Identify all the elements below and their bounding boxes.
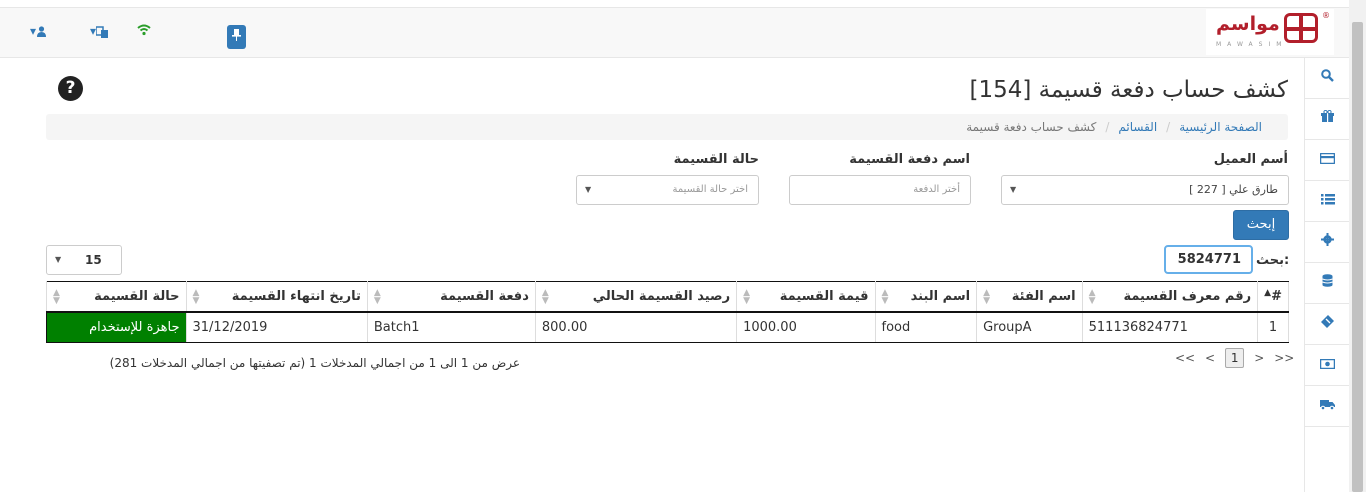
status-badge: جاهزة للإستخدام <box>46 311 187 343</box>
pager-last[interactable]: << <box>1175 351 1195 365</box>
right-sidebar <box>1304 58 1350 492</box>
search-icon[interactable] <box>1305 58 1350 99</box>
list-icon[interactable] <box>1305 181 1350 222</box>
truck-icon[interactable] <box>1305 386 1350 427</box>
breadcrumb-current: كشف حساب دفعة قسيمة <box>966 120 1097 134</box>
status-label: حالة القسيمة <box>673 152 759 167</box>
cell-category: GroupA <box>976 311 1083 343</box>
breadcrumb: الصفحة الرئيسية / القسائم / كشف حساب دفعة قس… <box>46 114 1288 140</box>
page-title: كشف حساب دفعة قسيمة [154] <box>969 77 1288 103</box>
table-header-row: # ▲ رقم معرف القسيمة ▲ ▼ اسم الفئة ▲ ▼ اسم ال… <box>46 281 1289 313</box>
pager-next[interactable]: < <box>1205 351 1215 365</box>
cell-value: 1000.00 <box>736 311 876 343</box>
customer-select-value: طارق علي [ 227 ] <box>1189 183 1278 196</box>
column-header[interactable]: دفعة القسيمة ▲ ▼ <box>366 281 536 313</box>
sort-icon: ▲ ▼ <box>541 288 549 306</box>
page-size-select[interactable]: ▼ 15 <box>46 245 122 275</box>
breadcrumb-vouchers-link[interactable]: القسائم <box>1118 120 1157 134</box>
column-header[interactable]: تاريخ انتهاء القسيمة ▲ ▼ <box>185 281 368 313</box>
pager-prev[interactable]: > <box>1254 351 1264 365</box>
top-strip <box>0 0 1366 7</box>
breadcrumb-separator: / <box>1105 120 1110 134</box>
breadcrumb-separator: / <box>1166 120 1171 134</box>
top-navbar <box>0 7 1366 58</box>
user-menu-icon[interactable]: ▾ <box>30 24 47 38</box>
sort-icon: ▲ ▼ <box>983 288 990 306</box>
batch-select[interactable]: أختر الدفعة <box>789 175 971 205</box>
column-header[interactable]: رقم معرف القسيمة ▲ ▼ <box>1081 281 1259 313</box>
pin-sidebar-button[interactable] <box>227 25 246 49</box>
cell-voucher-id: 511136824771 <box>1081 311 1259 343</box>
gift-icon[interactable] <box>1305 99 1350 140</box>
logo-mark-icon <box>1284 13 1318 43</box>
cell-balance: 800.00 <box>534 311 738 343</box>
logo-registered-mark: ® <box>1322 11 1330 20</box>
search-button[interactable]: إبحث <box>1233 210 1289 240</box>
pager-first[interactable]: >> <box>1274 351 1294 365</box>
pin-icon <box>232 29 241 41</box>
page-scrollbar[interactable] <box>1349 0 1366 492</box>
sort-icon: ▲ ▼ <box>743 288 751 306</box>
column-header[interactable]: اسم البند ▲ ▼ <box>874 281 978 313</box>
status-select[interactable]: اختر حالة القسيمة ▼ <box>576 175 759 205</box>
customer-label: أسم العميل <box>1213 152 1288 167</box>
cell-batch: Batch1 <box>366 311 536 343</box>
wifi-icon <box>137 24 151 39</box>
scrollbar-thumb[interactable] <box>1352 22 1363 492</box>
chevron-down-icon: ▼ <box>1010 185 1017 194</box>
cell-expiry: 31/12/2019 <box>185 311 368 343</box>
credit-card-icon[interactable] <box>1305 140 1350 181</box>
column-header[interactable]: حالة القسيمة ▲ ▼ <box>46 281 187 313</box>
chevron-down-icon: ▼ <box>55 255 62 264</box>
column-header[interactable]: رصيد القسيمة الحالي ▲ ▼ <box>534 281 738 313</box>
money-icon[interactable] <box>1305 345 1350 386</box>
sort-icon: ▲ ▼ <box>1088 288 1096 306</box>
cell-item: food <box>874 311 978 343</box>
chevron-down-icon: ▼ <box>585 185 592 194</box>
ticket-icon[interactable] <box>1305 304 1350 345</box>
batch-label: اسم دفعة القسيمة <box>849 152 970 167</box>
brand-logo[interactable]: مواسم MAWASIM ® <box>1206 9 1334 55</box>
pagination: << < 1 > >> <box>1172 348 1297 370</box>
page-size-value: 15 <box>85 253 102 267</box>
pager-current-page[interactable]: 1 <box>1224 348 1245 368</box>
column-header[interactable]: # ▲ <box>1257 281 1289 313</box>
logo-text: مواسم <box>1216 13 1280 35</box>
sort-asc-icon: ▲ <box>1264 288 1272 298</box>
database-icon[interactable] <box>1305 263 1350 304</box>
column-header[interactable]: اسم الفئة ▲ ▼ <box>976 281 1083 313</box>
sort-icon: ▲ ▼ <box>881 288 889 306</box>
sort-icon: ▲ ▼ <box>373 288 381 306</box>
cell-index: 1 <box>1257 311 1289 343</box>
table-search-label: :بحث <box>1256 253 1290 268</box>
column-header[interactable]: قيمة القسيمة ▲ ▼ <box>736 281 876 313</box>
table-row[interactable]: 1 511136824771 GroupA food 1000.00 800.0… <box>46 311 1289 343</box>
help-icon[interactable]: ? <box>58 76 83 101</box>
sort-icon: ▲ ▼ <box>192 288 200 306</box>
status-select-placeholder: اختر حالة القسيمة <box>672 184 748 195</box>
logo-subtext: MAWASIM <box>1216 41 1288 48</box>
gear-icon[interactable] <box>1305 222 1350 263</box>
table-info: عرض من 1 الى 1 من اجمالي المدخلات 1 (تم … <box>109 356 520 370</box>
breadcrumb-home-link[interactable]: الصفحة الرئيسية <box>1179 120 1262 134</box>
sort-icon: ▲ ▼ <box>53 288 60 306</box>
batch-select-placeholder: أختر الدفعة <box>913 184 960 195</box>
customer-select[interactable]: طارق علي [ 227 ] ▼ <box>1001 175 1289 205</box>
language-menu-icon[interactable]: ▾ <box>90 24 109 38</box>
table-search-input[interactable]: 5824771 <box>1164 245 1253 274</box>
vouchers-table: # ▲ رقم معرف القسيمة ▲ ▼ اسم الفئة ▲ ▼ اسم ال… <box>46 281 1289 343</box>
